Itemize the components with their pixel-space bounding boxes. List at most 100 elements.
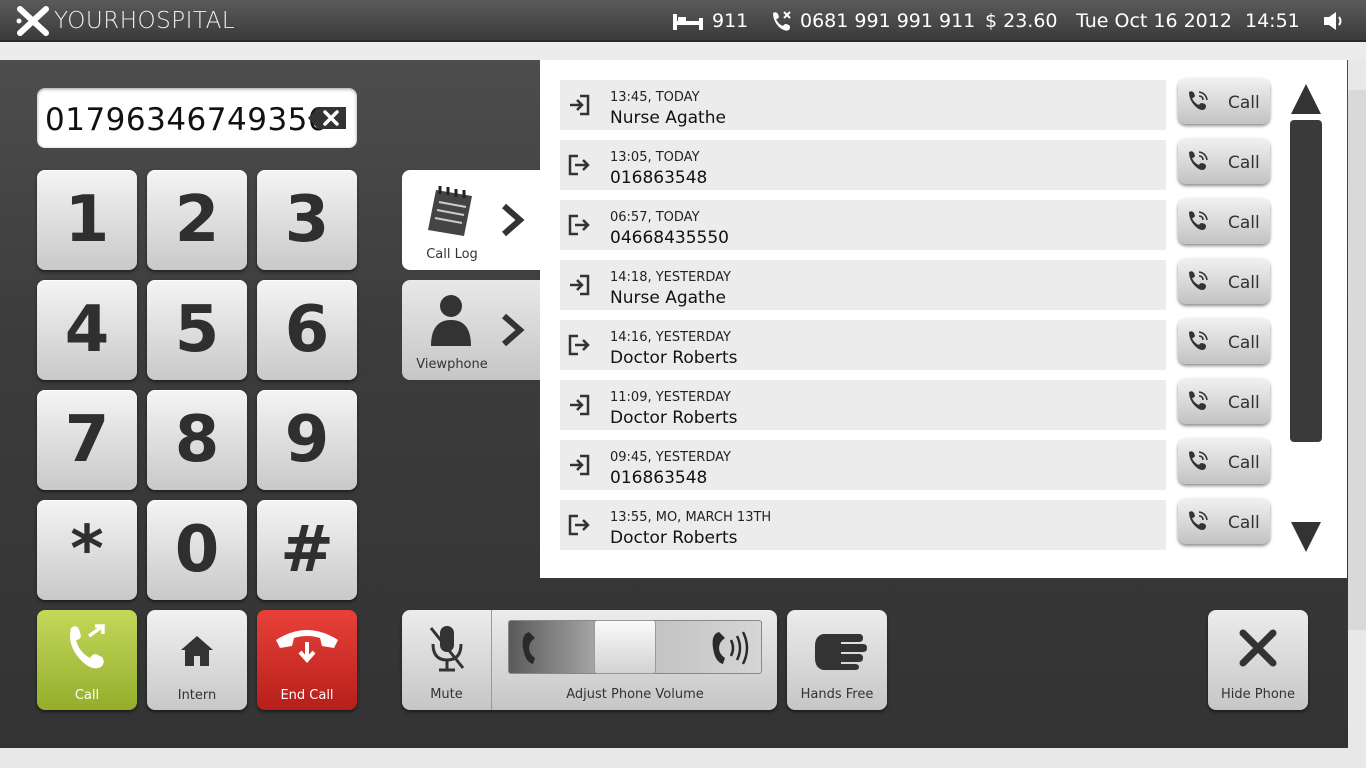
call-back-label: Call bbox=[1228, 333, 1260, 353]
call-icon bbox=[70, 624, 105, 669]
scrollbar[interactable] bbox=[1290, 120, 1322, 442]
volume-slider-thumb[interactable] bbox=[594, 620, 657, 674]
end-call-button[interactable]: End Call bbox=[257, 610, 357, 710]
room-number-text: 911 bbox=[712, 10, 749, 32]
call-back-button[interactable]: Call bbox=[1178, 498, 1270, 544]
call-log-entry[interactable]: 09:45, YESTERDAY 016863548 bbox=[560, 440, 1166, 490]
hide-phone-label: Hide Phone bbox=[1220, 687, 1296, 702]
call-log-entry[interactable]: 13:55, MO, MARCH 13TH Doctor Roberts bbox=[560, 500, 1166, 550]
key-4[interactable]: 4 bbox=[37, 280, 137, 380]
call-button[interactable]: Call bbox=[37, 610, 137, 710]
call-log-contact: Doctor Roberts bbox=[610, 408, 738, 428]
key-1[interactable]: 1 bbox=[37, 170, 137, 270]
call-log-entry[interactable]: 11:09, YESTERDAY Doctor Roberts bbox=[560, 380, 1166, 430]
hide-phone-button[interactable]: Hide Phone bbox=[1208, 610, 1308, 710]
volume-high-icon bbox=[712, 631, 749, 665]
tab-viewphone[interactable]: Viewphone bbox=[402, 280, 542, 380]
call-log-time: 06:57, TODAY bbox=[610, 210, 700, 225]
speaker-toggle[interactable] bbox=[1322, 0, 1354, 42]
key-2[interactable]: 2 bbox=[147, 170, 247, 270]
call-log-entry[interactable]: 13:45, TODAY Nurse Agathe bbox=[560, 80, 1166, 130]
audio-controls: Mute Adjust Phone Volume bbox=[402, 610, 777, 710]
volume-control[interactable]: Adjust Phone Volume bbox=[493, 610, 777, 710]
call-log-contact: 016863548 bbox=[610, 168, 708, 188]
call-back-button[interactable]: Call bbox=[1178, 78, 1270, 124]
call-log-entry[interactable]: 13:05, TODAY 016863548 bbox=[560, 140, 1166, 190]
incoming-call-icon bbox=[568, 394, 590, 416]
hands-free-button[interactable]: Hands Free bbox=[787, 610, 887, 710]
call-back-label: Call bbox=[1228, 213, 1260, 233]
tab-viewphone-label: Viewphone bbox=[416, 357, 488, 372]
call-back-label: Call bbox=[1228, 453, 1260, 473]
call-log-contact: Nurse Agathe bbox=[610, 288, 726, 308]
call-log-time: 13:55, MO, MARCH 13TH bbox=[610, 510, 772, 525]
call-back-button[interactable]: Call bbox=[1178, 138, 1270, 184]
call-log-contact: Nurse Agathe bbox=[610, 108, 726, 128]
tab-call-log-label: Call Log bbox=[426, 247, 478, 262]
call-back-label: Call bbox=[1228, 273, 1260, 293]
volume-low-icon bbox=[522, 632, 535, 664]
phone-icon bbox=[773, 11, 791, 31]
incoming-call-icon bbox=[568, 274, 590, 296]
phone-number-text: 0681 991 991 911 bbox=[800, 10, 976, 32]
dial-number-display[interactable]: 01796346749356 bbox=[37, 88, 357, 148]
call-log-entry[interactable]: 14:18, YESTERDAY Nurse Agathe bbox=[560, 260, 1166, 310]
close-icon bbox=[1239, 629, 1277, 667]
hand-icon bbox=[815, 634, 867, 670]
key-7[interactable]: 7 bbox=[37, 390, 137, 490]
dialed-number: 01796346749356 bbox=[45, 102, 329, 138]
brand-name: YOURHOSPITAL bbox=[54, 8, 236, 34]
scroll-up-icon[interactable] bbox=[1290, 82, 1322, 116]
scroll-down-icon[interactable] bbox=[1290, 520, 1322, 554]
call-back-button[interactable]: Call bbox=[1178, 378, 1270, 424]
room-number: 911 bbox=[672, 0, 748, 42]
call-log-contact: Doctor Roberts bbox=[610, 528, 738, 548]
intern-button[interactable]: Intern bbox=[147, 610, 247, 710]
call-log-panel: 13:45, TODAY Nurse Agathe Call 13:05, TODAY… bbox=[540, 60, 1347, 578]
call-back-button[interactable]: Call bbox=[1178, 438, 1270, 484]
call-log-time: 11:09, YESTERDAY bbox=[610, 390, 731, 405]
end-call-label: End Call bbox=[280, 688, 334, 703]
call-back-button[interactable]: Call bbox=[1178, 198, 1270, 244]
call-log-time: 13:05, TODAY bbox=[610, 150, 700, 165]
hang-up-icon bbox=[276, 630, 338, 664]
date: Tue Oct 16 2012 bbox=[1076, 10, 1232, 32]
key-3[interactable]: 3 bbox=[257, 170, 357, 270]
background-edge bbox=[1346, 90, 1366, 630]
volume-label: Adjust Phone Volume bbox=[566, 687, 704, 702]
person-icon bbox=[431, 295, 471, 346]
key-star[interactable]: * bbox=[37, 500, 137, 600]
call-log-contact: 016863548 bbox=[610, 468, 708, 488]
notepad-icon bbox=[428, 186, 472, 236]
chevron-right-icon bbox=[502, 313, 525, 347]
key-5[interactable]: 5 bbox=[147, 280, 247, 380]
key-6[interactable]: 6 bbox=[257, 280, 357, 380]
incoming-call-icon bbox=[568, 94, 590, 116]
phone-number: 0681 991 991 911 bbox=[770, 0, 975, 42]
call-log-entry[interactable]: 06:57, TODAY 04668435550 bbox=[560, 200, 1166, 250]
call-back-label: Call bbox=[1228, 513, 1260, 533]
outgoing-call-icon bbox=[568, 154, 590, 176]
backspace-icon[interactable] bbox=[306, 105, 348, 131]
call-log-contact: Doctor Roberts bbox=[610, 348, 738, 368]
outgoing-call-icon bbox=[568, 514, 590, 536]
mute-button[interactable]: Mute bbox=[402, 610, 492, 710]
key-9[interactable]: 9 bbox=[257, 390, 357, 490]
speaker-icon bbox=[1324, 12, 1342, 30]
key-0[interactable]: 0 bbox=[147, 500, 247, 600]
call-log-entry[interactable]: 14:16, YESTERDAY Doctor Roberts bbox=[560, 320, 1166, 370]
call-back-button[interactable]: Call bbox=[1178, 258, 1270, 304]
outgoing-call-icon bbox=[568, 334, 590, 356]
home-icon bbox=[181, 636, 213, 666]
intern-button-label: Intern bbox=[177, 688, 217, 703]
bed-icon bbox=[673, 14, 703, 30]
key-hash[interactable]: # bbox=[257, 500, 357, 600]
tab-call-log[interactable]: Call Log bbox=[402, 170, 542, 270]
call-back-button[interactable]: Call bbox=[1178, 318, 1270, 364]
call-log-time: 14:18, YESTERDAY bbox=[610, 270, 731, 285]
clock: 14:51 bbox=[1245, 10, 1300, 32]
key-8[interactable]: 8 bbox=[147, 390, 247, 490]
hands-free-label: Hands Free bbox=[800, 687, 874, 702]
incoming-call-icon bbox=[568, 454, 590, 476]
call-back-label: Call bbox=[1228, 393, 1260, 413]
